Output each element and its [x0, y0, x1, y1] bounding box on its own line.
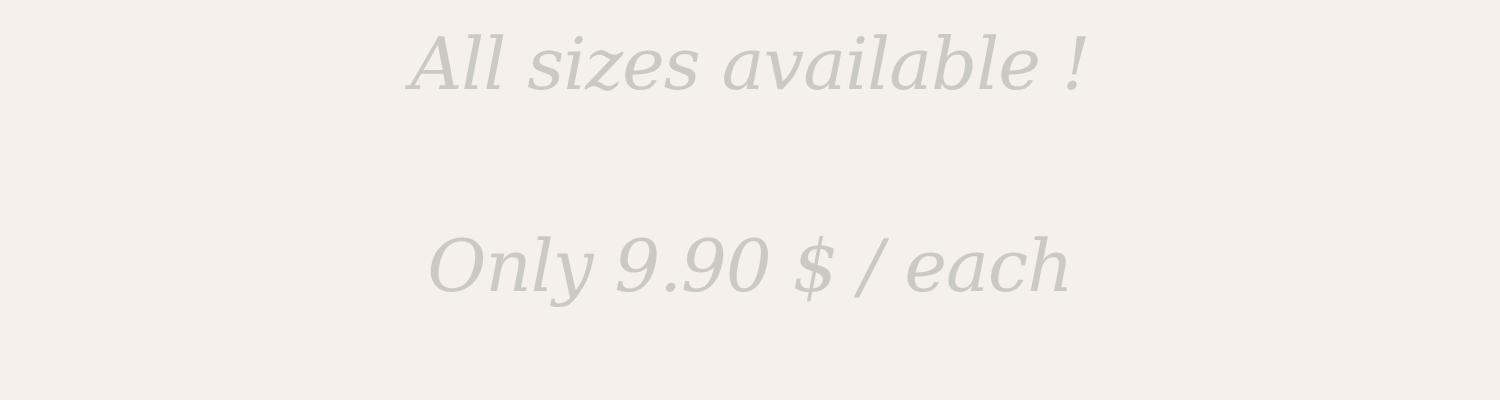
availability-heading: All sizes available !	[410, 22, 1090, 106]
price-heading: Only 9.90 $ / each	[427, 224, 1073, 308]
